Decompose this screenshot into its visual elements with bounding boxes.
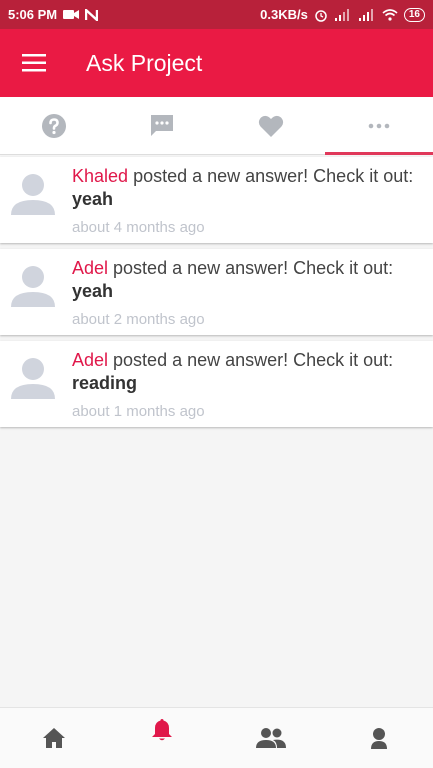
notification-item[interactable]: Khaled posted a new answer! Check it out… [0, 157, 433, 243]
notification-time: about 2 months ago [72, 311, 205, 328]
notification-answer: reading [72, 373, 138, 393]
notification-answer: yeah [72, 189, 114, 209]
notification-message: posted a new answer! Check it out: [128, 166, 414, 186]
nav-profile[interactable] [325, 708, 433, 768]
notification-answer: yeah [72, 281, 114, 301]
question-icon [42, 113, 67, 138]
heart-icon [258, 115, 283, 137]
more-icon [368, 123, 390, 128]
video-icon [63, 10, 80, 19]
network-speed: 0.3KB/s [260, 7, 308, 22]
notification-list: Khaled posted a new answer! Check it out… [0, 155, 433, 427]
tab-favorites[interactable] [217, 97, 325, 154]
people-icon [255, 728, 286, 748]
battery-icon: 16 [403, 7, 425, 22]
page-title: Ask Project [86, 49, 203, 76]
n-icon [85, 8, 99, 21]
tab-messages[interactable] [108, 97, 216, 154]
tab-bar [0, 97, 433, 155]
nav-notifications[interactable] [108, 708, 216, 768]
signal-icon [334, 8, 349, 21]
status-time: 5:06 PM [8, 7, 58, 22]
wifi-icon [382, 8, 398, 21]
notification-user[interactable]: Adel [72, 350, 108, 370]
notification-item[interactable]: Adel posted a new answer! Check it out: … [0, 341, 433, 427]
notification-item[interactable]: Adel posted a new answer! Check it out: … [0, 249, 433, 335]
tab-questions[interactable] [0, 97, 108, 154]
chat-icon [151, 114, 174, 136]
notification-message: posted a new answer! Check it out: [108, 258, 394, 278]
hamburger-icon [22, 54, 46, 72]
profile-icon [370, 728, 387, 749]
notification-user[interactable]: Khaled [72, 166, 128, 186]
notification-text: Khaled posted a new answer! Check it out… [72, 165, 421, 211]
bell-icon [152, 719, 173, 741]
avatar-icon [11, 174, 55, 215]
tab-more[interactable] [324, 97, 433, 155]
avatar-icon [11, 266, 55, 307]
home-icon [43, 728, 66, 748]
menu-button[interactable] [0, 29, 68, 97]
avatar-icon [11, 358, 55, 399]
signal-icon-2 [358, 8, 373, 21]
nav-people[interactable] [217, 708, 325, 768]
notification-text: Adel posted a new answer! Check it out: … [72, 257, 421, 303]
notification-text: Adel posted a new answer! Check it out: … [72, 349, 421, 395]
notification-user[interactable]: Adel [72, 258, 108, 278]
bottom-nav [0, 707, 433, 768]
status-bar: 5:06 PM 0.3KB/s 16 [0, 0, 433, 29]
notification-time: about 1 months ago [72, 403, 205, 420]
alarm-icon [315, 9, 327, 22]
app-bar: Ask Project [0, 29, 433, 97]
notification-message: posted a new answer! Check it out: [108, 350, 394, 370]
nav-home[interactable] [0, 708, 108, 768]
notification-time: about 4 months ago [72, 219, 205, 236]
